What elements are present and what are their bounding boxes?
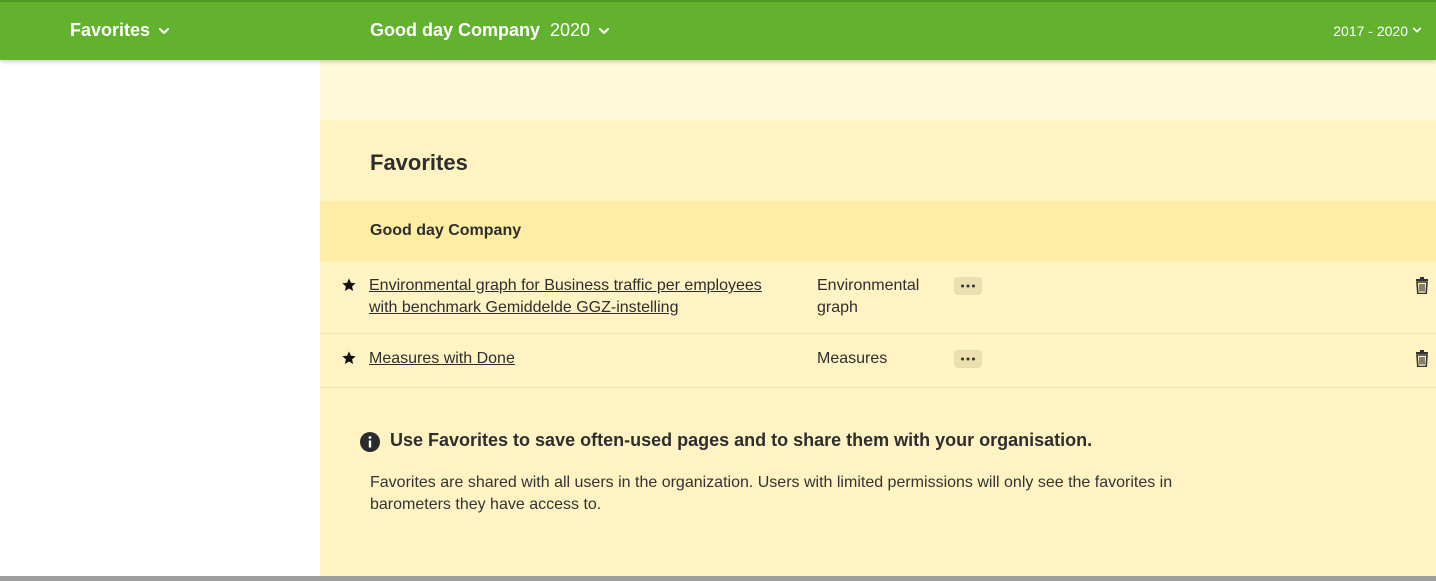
period-range-menu[interactable]: 2017 - 2020 [1333,23,1424,39]
group-name: Good day Company [370,222,522,239]
favorite-row: Measures with Done Measures [320,334,1436,388]
chevron-down-icon [598,25,610,37]
trash-icon[interactable] [1415,350,1429,368]
favorites-menu-label: Favorites [70,20,151,40]
info-title: Use Favorites to save often-used pages a… [390,430,1093,450]
company-name: Good day Company [370,20,541,40]
star-icon[interactable] [341,350,357,366]
more-icon [961,284,975,288]
favorite-row: Environmental graph for Business traffic… [320,262,1436,334]
top-strip [320,60,1436,120]
chevron-down-icon [158,25,170,37]
sidebar [0,60,320,576]
trash-icon[interactable] [1415,277,1429,295]
scrollbar-track[interactable] [0,576,1436,581]
more-options-button[interactable] [954,277,982,295]
group-header: Good day Company [320,201,1436,262]
favorite-link[interactable]: Measures with Done [369,348,789,370]
favorites-menu[interactable]: Favorites [70,20,170,41]
info-text: Favorites are shared with all users in t… [370,474,1173,513]
favorite-type: Environmental graph [817,277,920,316]
page-title: Favorites [370,150,468,175]
year-label: 2020 [550,20,591,40]
favorite-link[interactable]: Environmental graph for Business traffic… [369,275,789,319]
more-icon [961,357,975,361]
favorite-type: Measures [817,350,888,367]
period-range-label: 2017 - 2020 [1333,23,1408,39]
more-options-button[interactable] [954,350,982,368]
info-icon [360,432,380,452]
main-panel: Favorites Good day Company Environmental… [320,60,1436,576]
star-icon[interactable] [341,277,357,293]
top-bar: Favorites Good day Company 2020 2017 - 2… [0,0,1436,60]
chevron-down-icon [1412,25,1424,37]
company-year-menu[interactable]: Good day Company 2020 [370,20,610,41]
